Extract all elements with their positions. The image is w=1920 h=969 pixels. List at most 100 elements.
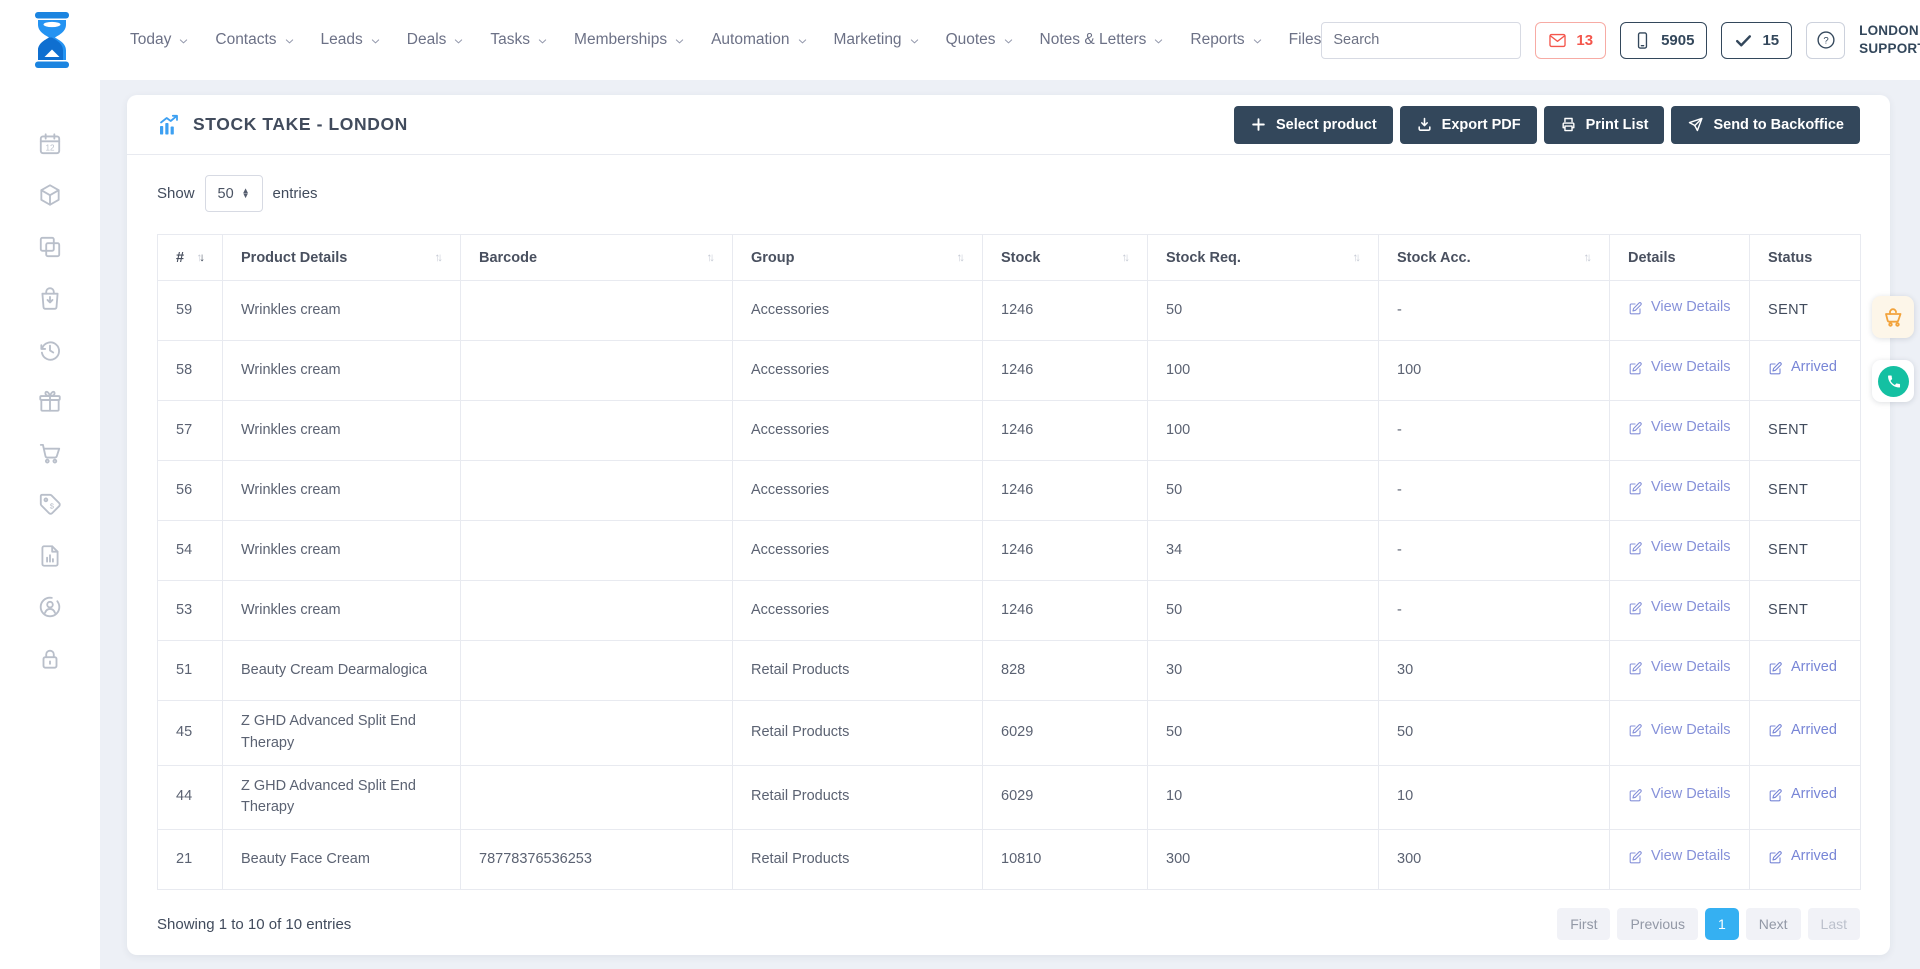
cell-id: 58 — [158, 341, 223, 401]
cell-status: SENT — [1750, 461, 1861, 521]
badge-calls[interactable]: 5905 — [1620, 22, 1707, 59]
pagination-first[interactable]: First — [1557, 908, 1610, 940]
arrived-link[interactable]: Arrived — [1768, 784, 1837, 806]
nav-item-memberships[interactable]: Memberships — [574, 31, 685, 49]
sidebar-item-copy[interactable] — [28, 233, 72, 260]
arrived-link[interactable]: Arrived — [1768, 657, 1837, 679]
nav-item-contacts[interactable]: Contacts — [215, 31, 294, 49]
view-details-link[interactable]: View Details — [1628, 846, 1731, 868]
column-header-[interactable]: #↑↓ — [158, 235, 223, 281]
sidebar-item-history[interactable] — [28, 336, 72, 363]
edit-icon — [1628, 541, 1643, 556]
cell-details: View Details — [1610, 641, 1750, 701]
sort-arrows-icon: ↑↓ — [197, 252, 205, 264]
view-details-link[interactable]: View Details — [1628, 537, 1731, 559]
nav-item-files[interactable]: Files — [1289, 31, 1322, 49]
column-label: Details — [1628, 250, 1676, 266]
cell-stock-req: 50 — [1148, 461, 1379, 521]
column-header-product-details[interactable]: Product Details↑↓ — [223, 235, 461, 281]
view-details-link[interactable]: View Details — [1628, 477, 1731, 499]
sidebar-item-price-tag[interactable]: $ — [28, 491, 72, 518]
select-product-button[interactable]: Select product — [1234, 106, 1393, 144]
nav-item-label: Memberships — [574, 31, 667, 49]
edit-icon — [1628, 421, 1643, 436]
sidebar-item-calendar[interactable]: 12 — [28, 130, 72, 157]
nav-item-reports[interactable]: Reports — [1190, 31, 1262, 49]
arrived-link[interactable]: Arrived — [1768, 357, 1837, 379]
view-details-link[interactable]: View Details — [1628, 657, 1731, 679]
nav-item-tasks[interactable]: Tasks — [490, 31, 548, 49]
nav-item-deals[interactable]: Deals — [407, 31, 465, 49]
badge-mail-count: 13 — [1576, 32, 1593, 49]
cell-details: View Details — [1610, 581, 1750, 641]
column-label: Barcode — [479, 250, 537, 266]
pagination-previous[interactable]: Previous — [1617, 908, 1697, 940]
column-header-stock-req[interactable]: Stock Req.↑↓ — [1148, 235, 1379, 281]
edit-icon — [1628, 850, 1643, 865]
cell-product: Wrinkles cream — [223, 281, 461, 341]
sidebar-item-report[interactable] — [28, 542, 72, 569]
nav-item-quotes[interactable]: Quotes — [946, 31, 1014, 49]
chevron-down-icon — [284, 36, 295, 47]
help-button[interactable]: ? — [1806, 22, 1845, 59]
view-details-link[interactable]: View Details — [1628, 417, 1731, 439]
view-details-link[interactable]: View Details — [1628, 784, 1731, 806]
cell-stock: 1246 — [983, 281, 1148, 341]
badge-mail[interactable]: 13 — [1535, 22, 1606, 59]
nav-item-notes-letters[interactable]: Notes & Letters — [1040, 31, 1165, 49]
sidebar-item-user-circle[interactable] — [28, 594, 72, 621]
sidebar: 12 $ — [0, 80, 100, 969]
cell-stock-acc: - — [1379, 461, 1610, 521]
column-label: Product Details — [241, 250, 347, 266]
sidebar-item-lock[interactable] — [28, 645, 72, 672]
arrived-link[interactable]: Arrived — [1768, 720, 1837, 742]
cell-group: Retail Products — [733, 701, 983, 766]
button-label: Export PDF — [1442, 117, 1521, 133]
column-header-group[interactable]: Group↑↓ — [733, 235, 983, 281]
search-input[interactable] — [1333, 32, 1520, 48]
view-details-link[interactable]: View Details — [1628, 297, 1731, 319]
chevron-down-icon — [453, 36, 464, 47]
chevron-down-icon — [797, 36, 808, 47]
pagination-next[interactable]: Next — [1746, 908, 1801, 940]
nav-item-today[interactable]: Today — [130, 31, 189, 49]
badge-tasks[interactable]: 15 — [1721, 22, 1792, 59]
cell-stock-acc: 30 — [1379, 641, 1610, 701]
view-details-link[interactable]: View Details — [1628, 357, 1731, 379]
status-label: SENT — [1768, 542, 1808, 558]
column-header-stock-acc[interactable]: Stock Acc.↑↓ — [1379, 235, 1610, 281]
nav-item-label: Deals — [407, 31, 447, 49]
nav-item-label: Notes & Letters — [1040, 31, 1147, 49]
floating-whatsapp-button[interactable] — [1872, 360, 1914, 402]
sidebar-item-package[interactable] — [28, 182, 72, 209]
nav-item-leads[interactable]: Leads — [321, 31, 381, 49]
envelope-icon — [1548, 31, 1567, 50]
cell-product: Wrinkles cream — [223, 521, 461, 581]
send-to-backoffice-button[interactable]: Send to Backoffice — [1671, 106, 1860, 144]
edit-icon — [1628, 481, 1643, 496]
column-header-stock[interactable]: Stock↑↓ — [983, 235, 1148, 281]
status-label: Arrived — [1791, 357, 1837, 379]
print-list-button[interactable]: Print List — [1544, 106, 1665, 144]
view-details-link[interactable]: View Details — [1628, 720, 1731, 742]
cell-status: SENT — [1750, 581, 1861, 641]
pagination-last[interactable]: Last — [1808, 908, 1860, 940]
nav-item-automation[interactable]: Automation — [711, 31, 807, 49]
column-header-barcode[interactable]: Barcode↑↓ — [461, 235, 733, 281]
main-nav: Today Contacts Leads Deals Tasks Memberships A… — [130, 31, 1321, 49]
sidebar-item-cart[interactable] — [28, 439, 72, 466]
svg-text:12: 12 — [45, 143, 55, 152]
export-pdf-button[interactable]: Export PDF — [1400, 106, 1537, 144]
floating-pos-cart-button[interactable] — [1872, 296, 1914, 338]
sidebar-item-shopping-bag[interactable] — [28, 285, 72, 312]
sidebar-item-gift[interactable] — [28, 388, 72, 415]
cell-id: 53 — [158, 581, 223, 641]
view-details-link[interactable]: View Details — [1628, 597, 1731, 619]
arrived-link[interactable]: Arrived — [1768, 846, 1837, 868]
nav-item-marketing[interactable]: Marketing — [834, 31, 920, 49]
app-logo-hourglass-icon[interactable] — [30, 11, 74, 69]
entries-select[interactable]: 50 ▲▼ — [205, 175, 263, 212]
svg-text:$: $ — [50, 501, 55, 510]
entries-info: Showing 1 to 10 of 10 entries — [157, 916, 351, 933]
pagination-1[interactable]: 1 — [1705, 908, 1739, 940]
